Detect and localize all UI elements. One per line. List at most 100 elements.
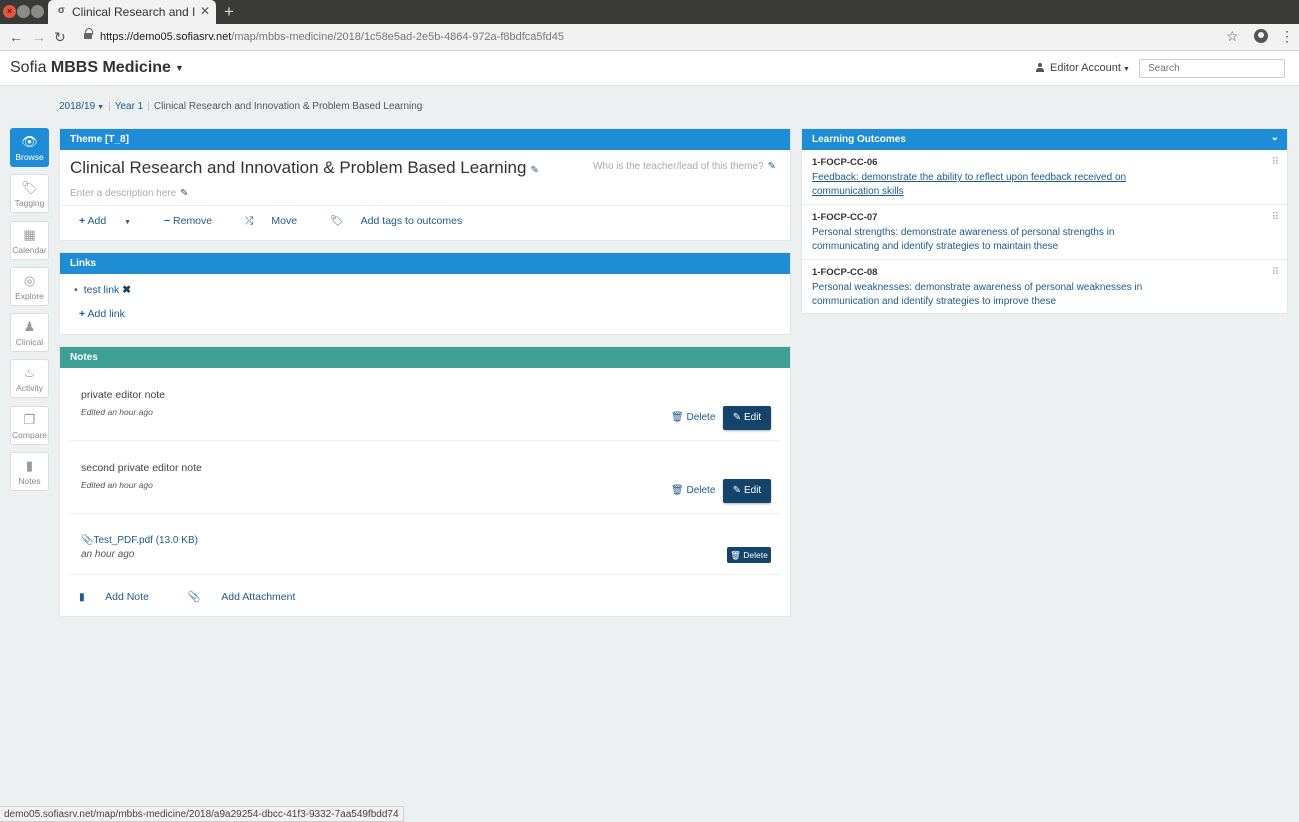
caret-down-icon: ▼ [97,104,105,111]
browser-tab[interactable]: σ Clinical Research and Innovation & Pro… [48,0,216,24]
back-icon[interactable]: ← [9,29,23,45]
breadcrumb-year[interactable]: 2018/19 [59,101,95,112]
eye-icon: 👁 [21,134,38,149]
edit-note-button[interactable]: ✎ Edit [723,406,771,430]
note-meta: Edited an hour ago [81,480,153,490]
description-placeholder: Enter a description here [70,188,177,199]
bookmark-icon: ▮ [79,591,85,603]
theme-title-text: Clinical Research and Innovation & Probl… [70,158,527,177]
edit-note-button[interactable]: ✎ Edit [723,479,771,503]
pencil-icon[interactable]: ✎ [768,161,776,172]
add-attachment-button[interactable]: 📎 Add Attachment [188,591,314,603]
drag-handle-icon[interactable]: ⠿ [1272,157,1279,168]
move-button[interactable]: ⤮ Move [245,215,312,227]
outcome-item[interactable]: 1-FOCP-CC-07 Personal strengths: demonst… [802,205,1287,260]
paperclip-icon: 📎 [187,591,201,603]
sidenav-compare[interactable]: ❐ Compare [10,405,49,445]
attachment-link[interactable]: 📎Test_PDF.pdf (13.0 KB) [81,535,198,546]
browser-menu-icon[interactable]: ⋮ [1280,28,1294,45]
sidenav-label: Clinical [15,337,44,348]
outcome-text[interactable]: Feedback: demonstrate the ability to ref… [812,171,1152,198]
tab-title: Clinical Research and Innovation & Probl… [72,5,196,19]
sidenav-calendar[interactable]: ▦ Calendar [10,220,49,260]
collapse-icon[interactable]: ⌄ [1271,132,1279,143]
drag-handle-icon[interactable]: ⠿ [1272,267,1279,278]
copy-icon: ❐ [23,411,36,427]
reload-icon[interactable]: ↻ [54,29,66,46]
notes-panel-header: Notes [60,347,790,368]
notes-actions: ▮ Add Note 📎 Add Attachment [79,590,331,603]
lock-icon [84,28,93,40]
add-note-button[interactable]: ▮ Add Note [79,591,167,603]
doctor-icon: ♟ [23,319,36,335]
caret-down-icon: ▼ [174,62,184,73]
url-field[interactable]: https://demo05.sofiasrv.net/map/mbbs-med… [100,31,564,43]
description-field[interactable]: Enter a description here ✎ [70,188,189,199]
sidenav-clinical[interactable]: ♟ Clinical [10,313,49,353]
outcome-text[interactable]: Personal strengths: demonstrate awarenes… [812,226,1152,253]
sidenav-tagging[interactable]: 🏷 Tagging [10,174,49,214]
link-item[interactable]: test link [84,284,120,296]
breadcrumb: 2018/19 ▼ | Year 1 | Clinical Research and In… [59,101,423,112]
window-maximize-button[interactable] [31,5,44,18]
trash-icon: 🗑 [671,485,684,496]
sidenav-label: Activity [16,383,43,394]
flame-icon: ♨ [23,365,36,381]
outcome-text[interactable]: Personal weaknesses: demonstrate awarene… [812,281,1152,308]
window-minimize-button[interactable] [17,5,30,18]
theme-title[interactable]: Clinical Research and Innovation & Probl… [70,158,539,178]
notes-panel: Notes private editor note Edited an hour… [59,346,791,617]
outcome-item[interactable]: 1-FOCP-CC-08 Personal weaknesses: demons… [802,260,1287,315]
attachment-meta: an hour ago [81,549,135,560]
pencil-icon[interactable]: ✎ [530,165,538,176]
add-tags-button[interactable]: 🏷 Add tags to outcomes [330,215,477,227]
note-text: private editor note [81,389,166,401]
add-button[interactable]: + Add ▼ [79,215,146,227]
profile-icon[interactable] [1254,29,1268,43]
sidenav-label: Calendar [12,244,47,255]
learning-outcomes-header: Learning Outcomes ⌄ [802,129,1287,150]
address-bar: ← → ↻ https://demo05.sofiasrv.net/map/mb… [0,24,1299,51]
delete-note-button[interactable]: 🗑 Delete [671,412,715,423]
tag-icon: 🏷 [329,215,344,227]
sidenav-explore[interactable]: ◎ Explore [10,266,49,306]
outcome-code: 1-FOCP-CC-07 [812,212,878,223]
account-label: Editor Account [1050,62,1121,74]
links-panel: Links • test link ✖ + Add link [59,252,791,335]
sidenav-browse[interactable]: 👁 Browse [10,128,49,167]
note-item: private editor note Edited an hour ago 🗑… [70,368,780,441]
remove-button[interactable]: − Remove [164,215,227,227]
bookmark-icon: ▮ [25,458,34,474]
breadcrumb-level[interactable]: Year 1 [115,101,144,112]
remove-link-icon[interactable]: ✖ [122,284,131,296]
delete-note-button[interactable]: 🗑 Delete [671,485,715,496]
drag-handle-icon[interactable]: ⠿ [1272,212,1279,223]
add-link-button[interactable]: + Add link [79,308,125,320]
search-input[interactable] [1139,59,1285,78]
bookmark-star-icon[interactable]: ☆ [1226,28,1239,45]
paperclip-icon: 📎 [81,535,94,546]
links-list: • test link ✖ [74,284,132,296]
account-menu[interactable]: Editor Account ▼ [1036,62,1130,74]
brand-menu[interactable]: Sofia MBBS Medicine ▼ [10,59,184,77]
browser-tab-bar: × σ Clinical Research and Innovation & P… [0,0,1299,24]
teacher-field[interactable]: Who is the teacher/lead of this theme? ✎ [593,161,776,172]
sidenav-label: Compare [12,429,47,440]
sidenav-activity[interactable]: ♨ Activity [10,359,49,399]
window-close-button[interactable]: × [3,5,16,18]
sidenav-label: Notes [18,476,41,487]
user-icon [1036,63,1044,72]
divider [60,205,790,206]
tab-close-icon[interactable]: ✕ [200,4,210,18]
delete-attachment-button[interactable]: 🗑 Delete [727,547,771,563]
tags-icon: 🏷 [21,180,38,196]
pencil-icon[interactable]: ✎ [180,188,188,199]
sidenav-notes[interactable]: ▮ Notes [10,452,49,492]
learning-outcomes-title: Learning Outcomes [812,134,906,145]
outcome-item[interactable]: 1-FOCP-CC-06 Feedback: demonstrate the a… [802,150,1287,205]
learning-outcomes-panel: Learning Outcomes ⌄ 1-FOCP-CC-06 Feedbac… [801,128,1288,314]
breadcrumb-current: Clinical Research and Innovation & Probl… [153,101,423,112]
forward-icon[interactable]: → [32,29,46,45]
note-text: second private editor note [81,462,202,474]
new-tab-icon[interactable]: + [224,2,234,22]
